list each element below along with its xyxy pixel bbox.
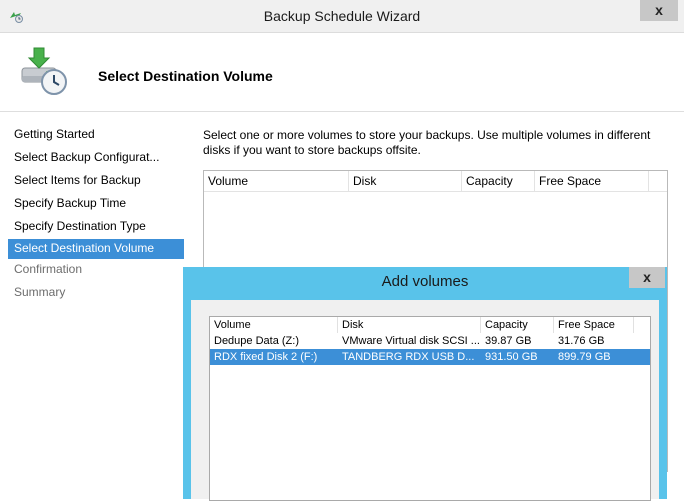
volume-capacity: 39.87 GB <box>485 335 532 347</box>
volume-free-space: 899.79 GB <box>558 351 611 363</box>
title-bar[interactable]: Backup Schedule Wizard x <box>0 0 684 33</box>
step-select-destination-volume[interactable]: Select Destination Volume <box>8 239 184 259</box>
step-specify-backup-time[interactable]: Specify Backup Time <box>8 193 184 216</box>
column-header-capacity[interactable]: Capacity <box>462 171 535 191</box>
volume-disk: TANDBERG RDX USB D... <box>342 351 475 363</box>
instructions-text: Select one or more volumes to store your… <box>203 128 651 157</box>
volume-name: Dedupe Data (Z:) <box>214 335 299 347</box>
page-title: Select Destination Volume <box>98 68 273 84</box>
backup-schedule-icon <box>21 47 67 95</box>
column-header-free-space[interactable]: Free Space <box>554 317 634 333</box>
dialog-body: Volume Disk Capacity Free Space Dedupe D… <box>191 300 659 501</box>
column-header-disk[interactable]: Disk <box>338 317 481 333</box>
step-confirmation: Confirmation <box>14 262 83 276</box>
volume-row[interactable]: Dedupe Data (Z:) VMware Virtual disk SCS… <box>210 333 650 349</box>
column-header-capacity[interactable]: Capacity <box>481 317 554 333</box>
available-volumes-list[interactable]: Volume Disk Capacity Free Space Dedupe D… <box>209 316 651 501</box>
table-header: Volume Disk Capacity Free Space <box>204 171 667 192</box>
volume-free-space: 31.76 GB <box>558 335 605 347</box>
step-select-items-for-backup[interactable]: Select Items for Backup <box>8 170 184 193</box>
close-button[interactable]: x <box>640 0 678 21</box>
step-summary: Summary <box>14 285 66 299</box>
dialog-title: Add volumes <box>381 273 469 290</box>
step-select-backup-configuration[interactable]: Select Backup Configurat... <box>8 147 184 170</box>
column-header-volume[interactable]: Volume <box>210 317 338 333</box>
dialog-close-button[interactable]: x <box>629 267 665 288</box>
column-header-volume[interactable]: Volume <box>204 171 349 191</box>
column-header-disk[interactable]: Disk <box>349 171 462 191</box>
step-specify-destination-type[interactable]: Specify Destination Type <box>8 216 184 239</box>
column-header-free-space[interactable]: Free Space <box>535 171 649 191</box>
volume-row-selected[interactable]: RDX fixed Disk 2 (F:) TANDBERG RDX USB D… <box>210 349 650 365</box>
volume-disk: VMware Virtual disk SCSI ... <box>342 335 480 347</box>
volume-name: RDX fixed Disk 2 (F:) <box>214 351 318 363</box>
step-getting-started[interactable]: Getting Started <box>8 124 184 147</box>
volume-capacity: 931.50 GB <box>485 351 538 363</box>
wizard-steps: Getting Started Select Backup Configurat… <box>8 124 184 305</box>
window-title: Backup Schedule Wizard <box>263 8 421 24</box>
wizard-header: Select Destination Volume <box>0 33 684 112</box>
add-volumes-dialog: Add volumes x Volume Disk Capacity Free … <box>183 267 667 501</box>
list-header: Volume Disk Capacity Free Space <box>210 317 650 333</box>
